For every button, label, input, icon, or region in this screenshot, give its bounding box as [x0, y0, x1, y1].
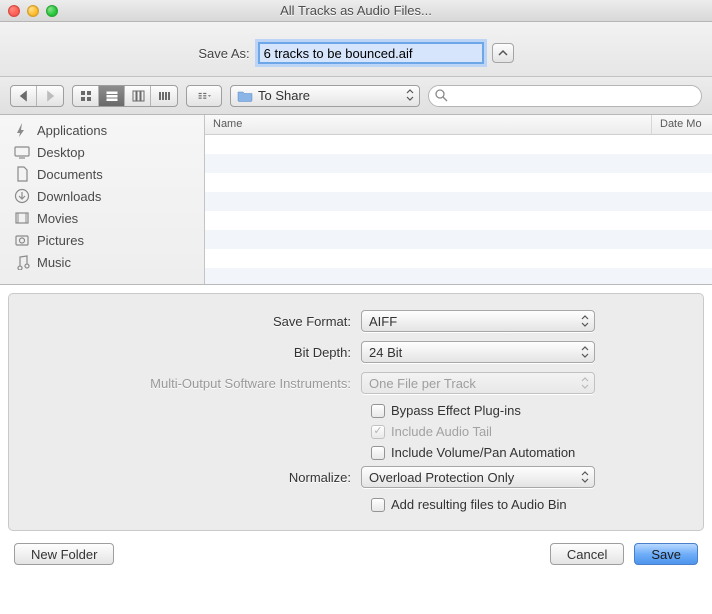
- updown-arrows-icon: [406, 88, 414, 105]
- window-title: All Tracks as Audio Files...: [0, 3, 712, 18]
- triangle-right-icon: [43, 89, 57, 103]
- normalize-value: Overload Protection Only: [369, 470, 514, 485]
- export-options-panel: Save Format: AIFF Bit Depth: 24 Bit Mult…: [8, 293, 704, 531]
- music-icon: [14, 254, 30, 270]
- multi-output-label: Multi-Output Software Instruments:: [31, 376, 361, 391]
- sidebar-item-downloads[interactable]: Downloads: [0, 185, 204, 207]
- sidebar-item-label: Documents: [37, 167, 103, 182]
- save-as-row: Save As:: [0, 22, 712, 77]
- save-format-value: AIFF: [369, 314, 397, 329]
- chevron-up-icon: [498, 48, 508, 58]
- browser-toolbar: To Share: [0, 77, 712, 115]
- file-browser: Applications Desktop Documents Downloads…: [0, 115, 712, 285]
- sidebar-item-label: Applications: [37, 123, 107, 138]
- sidebar-item-label: Downloads: [37, 189, 101, 204]
- arrange-menu[interactable]: [186, 85, 222, 107]
- sidebar-item-desktop[interactable]: Desktop: [0, 141, 204, 163]
- list-icon: [105, 89, 119, 103]
- grid-icon: [79, 89, 93, 103]
- search-input[interactable]: [452, 89, 695, 103]
- applications-icon: [14, 122, 30, 138]
- multi-output-popup: One File per Track: [361, 372, 595, 394]
- movies-icon: [14, 210, 30, 226]
- location-popup[interactable]: To Share: [230, 85, 420, 107]
- normalize-label: Normalize:: [31, 470, 361, 485]
- include-tail-label: Include Audio Tail: [391, 424, 492, 439]
- titlebar: All Tracks as Audio Files...: [0, 0, 712, 22]
- save-as-input[interactable]: [258, 42, 484, 64]
- pictures-icon: [14, 232, 30, 248]
- include-tail-checkbox: [371, 425, 385, 439]
- file-list-pane: Name Date Mo: [205, 115, 712, 284]
- file-list-header: Name Date Mo: [205, 115, 712, 135]
- file-list-body[interactable]: [205, 135, 712, 284]
- downloads-icon: [14, 188, 30, 204]
- column-name[interactable]: Name: [205, 115, 652, 134]
- save-format-label: Save Format:: [31, 314, 361, 329]
- nav-back-button[interactable]: [11, 86, 37, 106]
- sidebar-item-label: Desktop: [37, 145, 85, 160]
- multi-output-value: One File per Track: [369, 376, 476, 391]
- columns-icon: [131, 89, 145, 103]
- save-format-popup[interactable]: AIFF: [361, 310, 595, 332]
- location-label: To Share: [258, 88, 310, 103]
- sidebar-item-movies[interactable]: Movies: [0, 207, 204, 229]
- bypass-label: Bypass Effect Plug-ins: [391, 403, 521, 418]
- sidebar-item-applications[interactable]: Applications: [0, 119, 204, 141]
- view-mode-switch: [72, 85, 178, 107]
- sidebar-item-label: Movies: [37, 211, 78, 226]
- dialog-footer: New Folder Cancel Save: [0, 539, 712, 579]
- sidebar-item-pictures[interactable]: Pictures: [0, 229, 204, 251]
- bit-depth-popup[interactable]: 24 Bit: [361, 341, 595, 363]
- save-button[interactable]: Save: [634, 543, 698, 565]
- sidebar-item-label: Pictures: [37, 233, 84, 248]
- updown-arrows-icon: [581, 470, 589, 487]
- sidebar-item-documents[interactable]: Documents: [0, 163, 204, 185]
- column-date[interactable]: Date Mo: [652, 115, 712, 134]
- cancel-button[interactable]: Cancel: [550, 543, 624, 565]
- save-as-label: Save As:: [198, 46, 249, 61]
- new-folder-button[interactable]: New Folder: [14, 543, 114, 565]
- volpan-label: Include Volume/Pan Automation: [391, 445, 575, 460]
- view-list-button[interactable]: [99, 86, 125, 106]
- bit-depth-value: 24 Bit: [369, 345, 402, 360]
- view-columns-button[interactable]: [125, 86, 151, 106]
- sidebar-item-label: Music: [37, 255, 71, 270]
- bypass-checkbox[interactable]: [371, 404, 385, 418]
- documents-icon: [14, 166, 30, 182]
- volpan-checkbox[interactable]: [371, 446, 385, 460]
- normalize-popup[interactable]: Overload Protection Only: [361, 466, 595, 488]
- sidebar-item-music[interactable]: Music: [0, 251, 204, 273]
- updown-arrows-icon: [581, 345, 589, 362]
- triangle-left-icon: [17, 89, 31, 103]
- search-icon: [435, 89, 448, 102]
- search-field[interactable]: [428, 85, 702, 107]
- add-to-bin-checkbox[interactable]: [371, 498, 385, 512]
- nav-back-forward: [10, 85, 64, 107]
- sidebar: Applications Desktop Documents Downloads…: [0, 115, 205, 284]
- coverflow-icon: [157, 89, 171, 103]
- expand-collapse-button[interactable]: [492, 43, 514, 63]
- add-to-bin-label: Add resulting files to Audio Bin: [391, 497, 567, 512]
- bit-depth-label: Bit Depth:: [31, 345, 361, 360]
- nav-forward-button[interactable]: [37, 86, 63, 106]
- arrange-icon: [197, 89, 211, 103]
- updown-arrows-icon: [581, 376, 589, 393]
- updown-arrows-icon: [581, 314, 589, 331]
- view-coverflow-button[interactable]: [151, 86, 177, 106]
- folder-icon: [237, 89, 253, 102]
- view-icons-button[interactable]: [73, 86, 99, 106]
- desktop-icon: [14, 144, 30, 160]
